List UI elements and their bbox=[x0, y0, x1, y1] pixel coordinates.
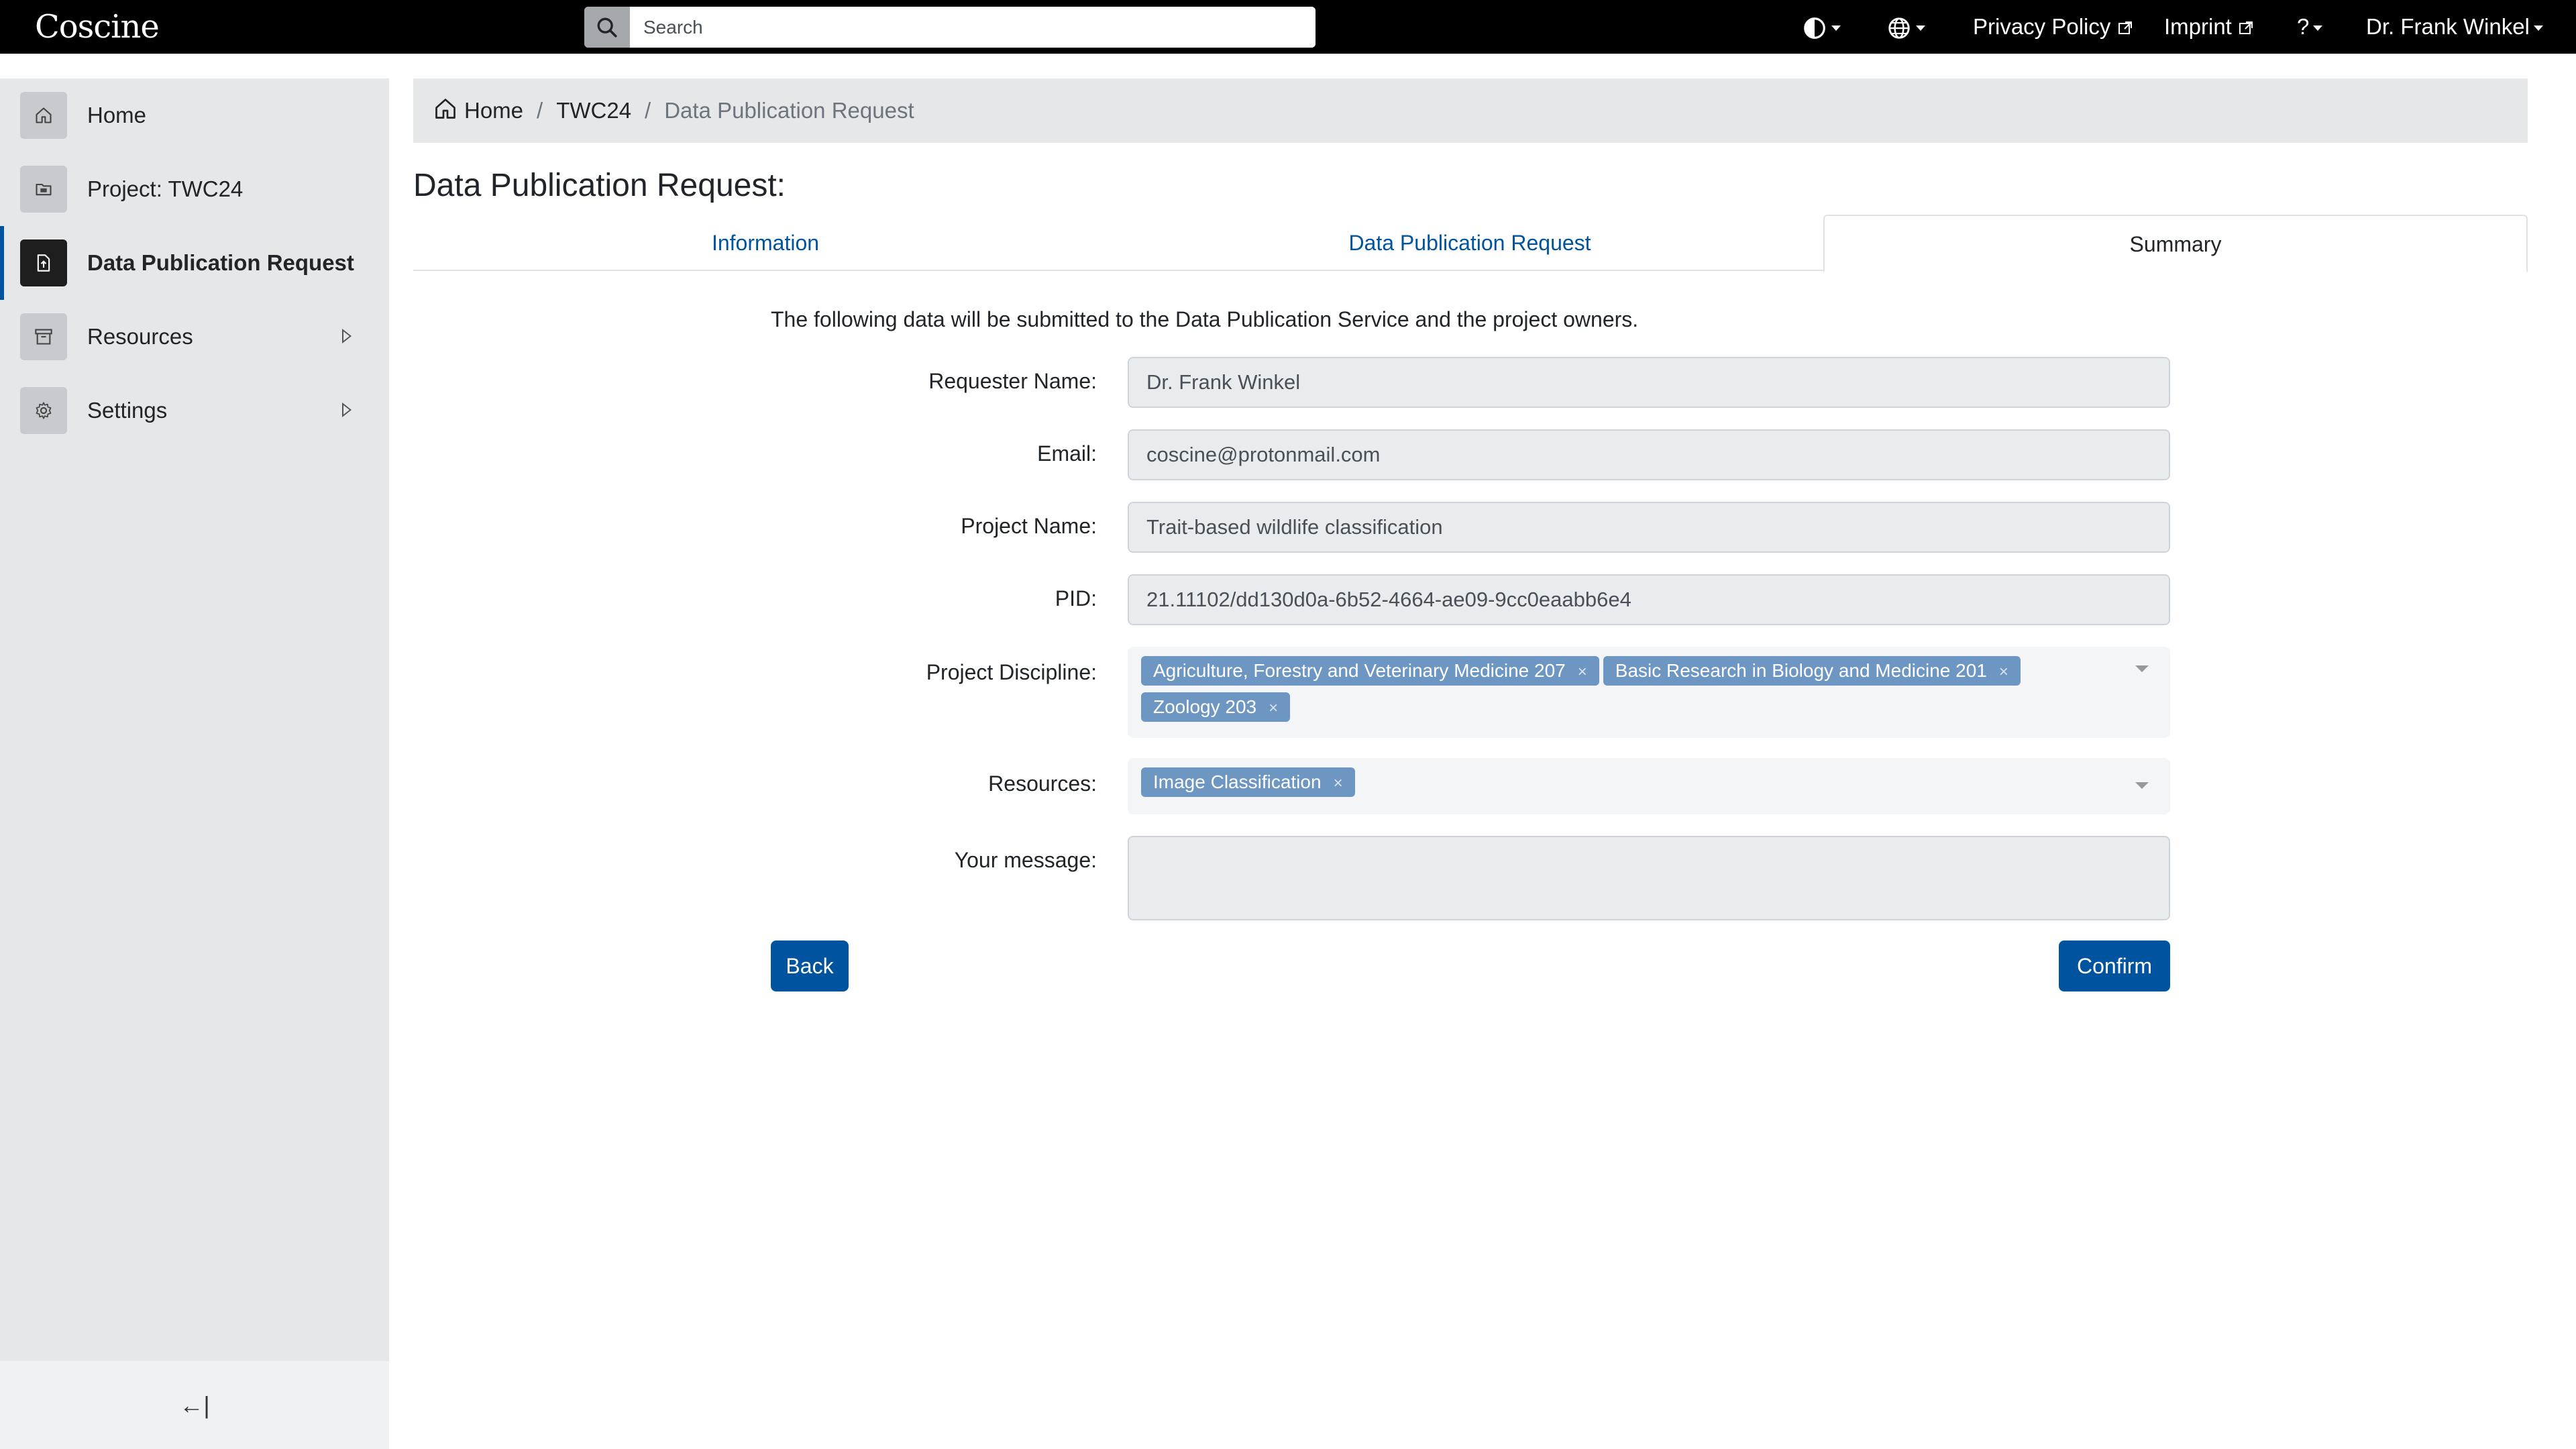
search-icon bbox=[597, 17, 617, 38]
breadcrumb-separator: / bbox=[645, 98, 651, 123]
sidebar-item-resources[interactable]: Resources bbox=[0, 300, 389, 374]
top-navbar: Coscine Privacy Policy Imprint ? Dr. Fra… bbox=[0, 0, 2576, 54]
page-title: Data Publication Request: bbox=[413, 168, 786, 203]
coscine-logo[interactable]: Coscine bbox=[35, 5, 160, 48]
tab-information[interactable]: Information bbox=[413, 215, 1118, 271]
search-button[interactable] bbox=[584, 7, 630, 48]
tab-data-publication-request[interactable]: Data Publication Request bbox=[1118, 215, 1822, 271]
file-upload-icon bbox=[37, 254, 50, 272]
breadcrumb-separator: / bbox=[537, 98, 543, 123]
message-label: Your message: bbox=[954, 848, 1097, 872]
theme-toggle[interactable] bbox=[1802, 0, 1841, 54]
remove-tag-icon[interactable]: × bbox=[1999, 663, 2008, 681]
sidebar-item-settings[interactable]: Settings bbox=[0, 374, 389, 447]
breadcrumb-current: Data Publication Request bbox=[664, 98, 914, 123]
sidebar-item-data-publication-request[interactable]: Data Publication Request bbox=[0, 226, 389, 300]
search-input[interactable] bbox=[630, 7, 1316, 48]
sidebar-item-project[interactable]: Project: TWC24 bbox=[0, 152, 389, 226]
search-box bbox=[584, 7, 1316, 48]
user-menu[interactable]: Dr. Frank Winkel bbox=[2366, 0, 2543, 54]
collapse-sidebar-button[interactable]: ←| bbox=[0, 1361, 389, 1449]
project-discipline-select[interactable]: Agriculture, Forestry and Veterinary Med… bbox=[1128, 647, 2170, 738]
remove-tag-icon[interactable]: × bbox=[1269, 699, 1278, 717]
dropdown-arrow-icon[interactable] bbox=[2135, 665, 2149, 672]
project-discipline-label: Project Discipline: bbox=[926, 660, 1097, 684]
breadcrumb-project[interactable]: TWC24 bbox=[556, 98, 631, 123]
discipline-tag: Agriculture, Forestry and Veterinary Med… bbox=[1141, 656, 1599, 686]
resources-label: Resources: bbox=[988, 771, 1097, 796]
remove-tag-icon[interactable]: × bbox=[1578, 663, 1587, 681]
language-dropdown[interactable] bbox=[1886, 0, 1925, 54]
summary-intro: The following data will be submitted to … bbox=[771, 307, 1639, 331]
sidebar-item-home[interactable]: Home bbox=[0, 78, 389, 152]
breadcrumb: Home / TWC24 / Data Publication Request bbox=[413, 78, 2528, 143]
back-button[interactable]: Back bbox=[771, 941, 849, 991]
globe-icon bbox=[1888, 17, 1910, 39]
email-field: coscine@protonmail.com bbox=[1128, 429, 2170, 480]
dropdown-arrow-icon[interactable] bbox=[2135, 782, 2149, 789]
resources-select[interactable]: Image Classification × bbox=[1128, 758, 2170, 814]
breadcrumb-home[interactable]: Home bbox=[464, 98, 523, 123]
tab-summary[interactable]: Summary bbox=[1823, 215, 2528, 272]
privacy-policy-link[interactable]: Privacy Policy bbox=[1973, 0, 2133, 54]
requester-name-label: Requester Name: bbox=[928, 369, 1097, 393]
discipline-tag: Zoology 203 × bbox=[1141, 692, 1291, 722]
email-label: Email: bbox=[1037, 441, 1097, 466]
confirm-button[interactable]: Confirm bbox=[2059, 941, 2170, 991]
gear-icon bbox=[36, 402, 52, 419]
archive-icon bbox=[35, 329, 52, 345]
help-dropdown[interactable]: ? bbox=[2297, 0, 2323, 54]
folder-icon bbox=[36, 183, 52, 196]
pid-field: 21.11102/dd130d0a-6b52-4664-ae09-9cc0eaa… bbox=[1128, 574, 2170, 625]
project-name-field: Trait-based wildlife classification bbox=[1128, 502, 2170, 553]
imprint-link[interactable]: Imprint bbox=[2164, 0, 2254, 54]
sidebar: Home Project: TWC24 Data Publication Req… bbox=[0, 78, 389, 1361]
remove-tag-icon[interactable]: × bbox=[1334, 774, 1343, 792]
project-name-label: Project Name: bbox=[961, 514, 1097, 538]
expand-icon[interactable] bbox=[342, 402, 352, 417]
contrast-icon bbox=[1804, 17, 1825, 40]
pid-label: PID: bbox=[1055, 586, 1097, 610]
resource-tag: Image Classification × bbox=[1141, 767, 1355, 797]
message-textarea[interactable] bbox=[1128, 836, 2170, 920]
external-link-icon bbox=[2239, 21, 2253, 35]
requester-name-field: Dr. Frank Winkel bbox=[1128, 357, 2170, 408]
tab-bar: Information Data Publication Request Sum… bbox=[413, 215, 2528, 272]
collapse-icon: ←| bbox=[179, 1391, 210, 1419]
expand-icon[interactable] bbox=[342, 329, 352, 343]
home-icon bbox=[435, 99, 455, 119]
external-link-icon bbox=[2118, 21, 2132, 35]
home-icon bbox=[36, 107, 52, 123]
discipline-tag: Basic Research in Biology and Medicine 2… bbox=[1603, 656, 2021, 686]
